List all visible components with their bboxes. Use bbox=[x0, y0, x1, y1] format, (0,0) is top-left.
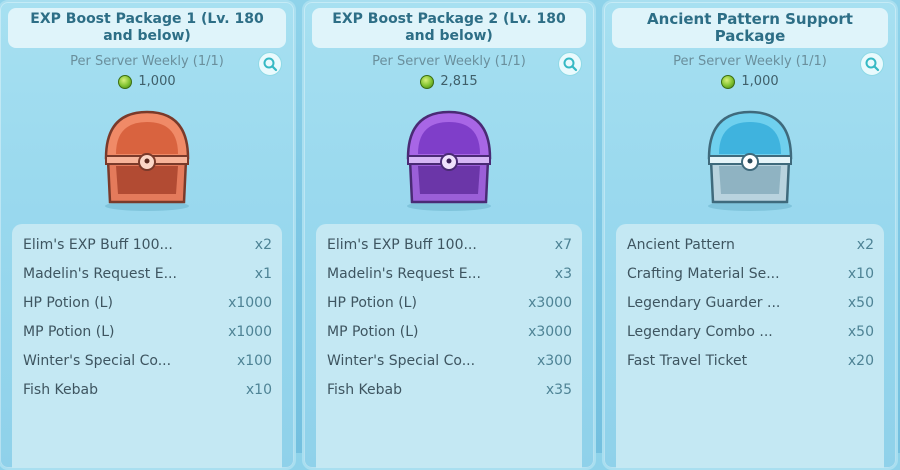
item-name: MP Potion (L) bbox=[327, 323, 419, 340]
package-title: Ancient Pattern Support Package bbox=[612, 8, 888, 48]
item-qty: x50 bbox=[847, 323, 874, 340]
list-item[interactable]: Winter's Special Co... x300 bbox=[316, 346, 582, 375]
package-card-3[interactable]: Ancient Pattern Support Package Per Serv… bbox=[602, 0, 898, 470]
item-qty: x3000 bbox=[528, 294, 572, 311]
list-item[interactable]: HP Potion (L) x3000 bbox=[316, 288, 582, 317]
item-name: Madelin's Request E... bbox=[23, 265, 177, 282]
package-title: EXP Boost Package 1 (Lv. 180 and below) bbox=[8, 8, 286, 48]
price-value: 2,815 bbox=[440, 74, 478, 89]
item-list: Elim's EXP Buff 100... x2 Madelin's Reque… bbox=[12, 224, 282, 468]
search-icon[interactable] bbox=[558, 52, 582, 76]
item-list: Elim's EXP Buff 100... x7 Madelin's Reque… bbox=[316, 224, 582, 468]
item-name: Legendary Combo ... bbox=[627, 323, 773, 340]
currency-icon bbox=[420, 74, 435, 89]
purchase-limit: Per Server Weekly (1/1) bbox=[372, 54, 526, 69]
list-item[interactable]: Fast Travel Ticket x20 bbox=[616, 346, 884, 375]
item-name: Fish Kebab bbox=[23, 381, 98, 398]
list-item[interactable]: Ancient Pattern x2 bbox=[616, 230, 884, 259]
list-item[interactable]: Elim's EXP Buff 100... x2 bbox=[12, 230, 282, 259]
list-item[interactable]: HP Potion (L) x1000 bbox=[12, 288, 282, 317]
item-qty: x1 bbox=[254, 265, 272, 282]
item-qty: x3000 bbox=[528, 323, 572, 340]
currency-icon bbox=[721, 74, 736, 89]
price-tag: 1,000 bbox=[0, 74, 294, 89]
item-qty: x35 bbox=[545, 381, 572, 398]
item-name: Winter's Special Co... bbox=[23, 352, 172, 369]
list-item[interactable]: Legendary Guarder ... x50 bbox=[616, 288, 884, 317]
item-qty: x2 bbox=[254, 236, 272, 253]
list-item[interactable]: MP Potion (L) x1000 bbox=[12, 317, 282, 346]
list-item[interactable]: Madelin's Request E... x1 bbox=[12, 259, 282, 288]
price-tag: 2,815 bbox=[304, 74, 594, 89]
search-icon[interactable] bbox=[860, 52, 884, 76]
item-qty: x1000 bbox=[228, 323, 272, 340]
item-name: Winter's Special Co... bbox=[327, 352, 476, 369]
item-qty: x10 bbox=[847, 265, 874, 282]
item-name: Crafting Material Se... bbox=[627, 265, 780, 282]
treasure-chest-icon bbox=[406, 110, 492, 211]
item-name: MP Potion (L) bbox=[23, 323, 115, 340]
item-name: Elim's EXP Buff 100... bbox=[23, 236, 173, 253]
item-name: Madelin's Request E... bbox=[327, 265, 481, 282]
purchase-limit: Per Server Weekly (1/1) bbox=[70, 54, 224, 69]
treasure-chest-icon bbox=[104, 110, 190, 211]
item-list: Ancient Pattern x2 Crafting Material Se..… bbox=[616, 224, 884, 468]
price-value: 1,000 bbox=[138, 74, 176, 89]
item-qty: x100 bbox=[236, 352, 272, 369]
list-item[interactable]: Legendary Combo ... x50 bbox=[616, 317, 884, 346]
price-tag: 1,000 bbox=[604, 74, 896, 89]
item-qty: x1000 bbox=[228, 294, 272, 311]
item-qty: x300 bbox=[536, 352, 572, 369]
item-name: Legendary Guarder ... bbox=[627, 294, 781, 311]
item-name: HP Potion (L) bbox=[327, 294, 417, 311]
package-title: EXP Boost Package 2 (Lv. 180 and below) bbox=[312, 8, 586, 48]
treasure-chest-icon bbox=[707, 110, 793, 211]
list-item[interactable]: Crafting Material Se... x10 bbox=[616, 259, 884, 288]
package-card-2[interactable]: EXP Boost Package 2 (Lv. 180 and below) … bbox=[302, 0, 596, 470]
item-name: Ancient Pattern bbox=[627, 236, 735, 253]
item-qty: x7 bbox=[554, 236, 572, 253]
item-qty: x50 bbox=[847, 294, 874, 311]
purchase-limit: Per Server Weekly (1/1) bbox=[673, 54, 827, 69]
item-qty: x10 bbox=[245, 381, 272, 398]
currency-icon bbox=[118, 74, 133, 89]
list-item[interactable]: MP Potion (L) x3000 bbox=[316, 317, 582, 346]
item-name: HP Potion (L) bbox=[23, 294, 113, 311]
package-card-1[interactable]: EXP Boost Package 1 (Lv. 180 and below) … bbox=[0, 0, 296, 470]
list-item[interactable]: Elim's EXP Buff 100... x7 bbox=[316, 230, 582, 259]
price-value: 1,000 bbox=[741, 74, 779, 89]
item-name: Fast Travel Ticket bbox=[627, 352, 748, 369]
search-icon[interactable] bbox=[258, 52, 282, 76]
item-name: Elim's EXP Buff 100... bbox=[327, 236, 477, 253]
item-name: Fish Kebab bbox=[327, 381, 402, 398]
item-qty: x20 bbox=[847, 352, 874, 369]
list-item[interactable]: Winter's Special Co... x100 bbox=[12, 346, 282, 375]
list-item[interactable]: Fish Kebab x10 bbox=[12, 375, 282, 404]
item-qty: x3 bbox=[554, 265, 572, 282]
list-item[interactable]: Fish Kebab x35 bbox=[316, 375, 582, 404]
item-qty: x2 bbox=[856, 236, 874, 253]
list-item[interactable]: Madelin's Request E... x3 bbox=[316, 259, 582, 288]
